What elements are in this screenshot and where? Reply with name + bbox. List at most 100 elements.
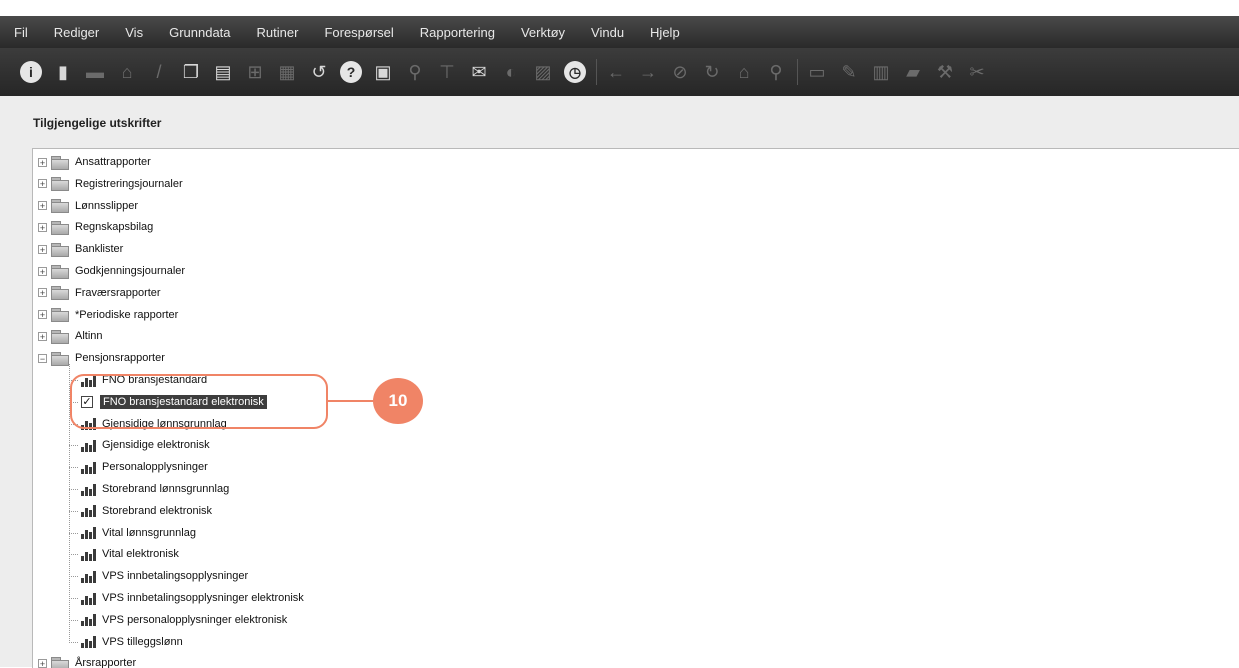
menu-item-vis[interactable]: Vis — [113, 25, 155, 40]
copy-icon[interactable]: ❐ — [180, 61, 202, 83]
tree-report-item[interactable]: VPS innbetalingsopplysninger — [81, 566, 248, 586]
expand-icon[interactable]: + — [38, 310, 47, 320]
search-icon[interactable]: ⚲ — [404, 61, 426, 83]
menu-item-hjelp[interactable]: Hjelp — [638, 25, 692, 40]
tree-folder[interactable]: − Pensjonsrapporter — [38, 348, 165, 368]
home-icon[interactable]: ⌂ — [733, 61, 755, 83]
tree-report-label: VPS personalopplysninger elektronisk — [102, 613, 288, 626]
tree-folder[interactable]: + Banklister — [38, 239, 123, 259]
clock-icon[interactable]: ◷ — [564, 61, 586, 83]
callout-number-badge: 10 — [373, 378, 423, 424]
tree-folder-label: *Periodiske rapporter — [75, 308, 179, 321]
export-icon[interactable]: ▦ — [276, 61, 298, 83]
tree-folder[interactable]: + Årsrapporter — [38, 653, 136, 668]
tree-report-label: Gjensidige elektronisk — [102, 439, 210, 452]
print-preview-icon[interactable]: ▣ — [372, 61, 394, 83]
tree-report-item[interactable]: VPS innbetalingsopplysninger elektronisk — [81, 588, 304, 608]
forward-icon[interactable]: → — [637, 61, 659, 83]
tree-folder-label: Regnskapsbilag — [75, 221, 154, 234]
mail-icon[interactable]: ✉ — [468, 61, 490, 83]
callout-connector — [328, 400, 374, 402]
filter-icon[interactable]: ⊤ — [436, 61, 458, 83]
stop-icon[interactable]: ⊘ — [669, 61, 691, 83]
tree-report-item[interactable]: VPS tilleggslønn — [81, 632, 183, 652]
tree-folder[interactable]: + Altinn — [38, 326, 103, 346]
expand-icon[interactable]: + — [38, 157, 47, 167]
expand-icon[interactable]: + — [38, 179, 47, 189]
tree-folder[interactable]: + *Periodiske rapporter — [38, 305, 178, 325]
menu-item-rapportering[interactable]: Rapportering — [408, 25, 507, 40]
tree-folder[interactable]: + Godkjenningsjournaler — [38, 261, 185, 281]
import-icon[interactable]: ⊞ — [244, 61, 266, 83]
menu-item-grunndata[interactable]: Grunndata — [157, 25, 242, 40]
tree-report-item[interactable]: Storebrand elektronisk — [81, 501, 212, 521]
tree-report-label: Storebrand lønnsgrunnlag — [102, 483, 230, 495]
tree-report-item[interactable]: Storebrand lønnsgrunnlag — [81, 479, 229, 499]
report-chart-icon — [81, 483, 97, 496]
expand-icon[interactable]: + — [38, 201, 47, 211]
paste-icon[interactable]: ▤ — [212, 61, 234, 83]
tree-report-label: Vital lønnsgrunnlag — [102, 526, 196, 539]
tree-folder[interactable]: + Lønnsslipper — [38, 196, 138, 216]
chart-icon[interactable]: ▨ — [532, 61, 554, 83]
folder-icon — [51, 177, 69, 192]
folder-icon[interactable]: ▭ — [806, 61, 828, 83]
menu-item-vindu[interactable]: Vindu — [579, 25, 636, 40]
menu-item-rutiner[interactable]: Rutiner — [245, 25, 311, 40]
tree-folder-label: Fraværsrapporter — [75, 286, 161, 299]
folder-icon — [51, 155, 69, 170]
signature-icon[interactable]: ✎ — [838, 61, 860, 83]
delete-icon[interactable]: ⌂ — [116, 61, 138, 83]
edit-icon[interactable]: / — [148, 61, 170, 83]
expand-icon[interactable]: + — [38, 331, 47, 341]
report-chart-icon — [81, 461, 97, 474]
report-icon[interactable]: ▥ — [870, 61, 892, 83]
back-icon[interactable]: ← — [605, 61, 627, 83]
tree-folder[interactable]: + Regnskapsbilag — [38, 217, 153, 237]
folder-icon — [51, 199, 69, 214]
refresh-icon[interactable]: ↺ — [308, 61, 330, 83]
folder-icon — [51, 264, 69, 279]
menu-item-fil[interactable]: Fil — [0, 25, 40, 40]
tree-folder[interactable]: + Ansattrapporter — [38, 152, 151, 172]
tree-folder-label: Registreringsjournaler — [75, 177, 183, 190]
expand-icon[interactable]: + — [38, 288, 47, 298]
tree-report-item[interactable]: Gjensidige elektronisk — [81, 435, 210, 455]
tree-report-label: VPS innbetalingsopplysninger — [102, 570, 249, 583]
save-icon[interactable]: ▬ — [84, 61, 106, 83]
report-chart-icon — [81, 613, 97, 627]
expand-icon[interactable]: + — [38, 266, 47, 276]
report-chart-icon — [81, 504, 97, 518]
tree-report-item[interactable]: Personalopplysninger — [81, 457, 208, 477]
tree-report-item[interactable]: Vital lønnsgrunnlag — [81, 523, 196, 543]
new-document-icon[interactable]: ▮ — [52, 61, 74, 83]
expand-icon[interactable]: + — [38, 222, 47, 232]
report-chart-icon — [81, 526, 97, 540]
tree-report-item[interactable]: VPS personalopplysninger elektronisk — [81, 610, 287, 630]
report-chart-icon — [81, 548, 97, 561]
tree-folder[interactable]: + Fraværsrapporter — [38, 283, 161, 303]
find-icon[interactable]: ⚲ — [765, 61, 787, 83]
tree-folder[interactable]: + Registreringsjournaler — [38, 174, 183, 194]
help-icon[interactable]: ? — [340, 61, 362, 83]
toolbar-separator — [596, 59, 597, 85]
toolbar: i ▮ ▬ ⌂ / ❐ ▤ ⊞ ▦ ↺? ▣ ⚲ ⊤ ✉ ◐ ▨ ◷ ← → ⊘ ↻ ⌂ ⚲ ▭ ✎ ▥ ▰ ⚒ ✂ — [0, 48, 1239, 96]
menu-item-rediger[interactable]: Rediger — [42, 25, 112, 40]
tree-folder-label: Banklister — [75, 243, 124, 256]
scissors-icon[interactable]: ✂ — [966, 61, 988, 83]
tree-connector — [69, 619, 79, 621]
expand-icon[interactable]: + — [38, 244, 47, 254]
globe-icon[interactable]: ◐ — [500, 61, 522, 83]
tree-connector — [69, 489, 79, 490]
reload-icon[interactable]: ↻ — [701, 61, 723, 83]
callout-highlight — [70, 374, 328, 429]
collapse-icon[interactable]: − — [38, 353, 47, 363]
info-icon[interactable]: i — [20, 61, 42, 83]
tree-folder-label: Godkjenningsjournaler — [75, 265, 186, 277]
tools-icon[interactable]: ⚒ — [934, 61, 956, 83]
network-icon[interactable]: ▰ — [902, 61, 924, 83]
tree-report-item[interactable]: Vital elektronisk — [81, 544, 179, 564]
report-chart-icon — [81, 635, 97, 649]
menu-item-forespørsel[interactable]: Forespørsel — [312, 25, 405, 40]
menu-item-verktøy[interactable]: Verktøy — [509, 25, 577, 40]
